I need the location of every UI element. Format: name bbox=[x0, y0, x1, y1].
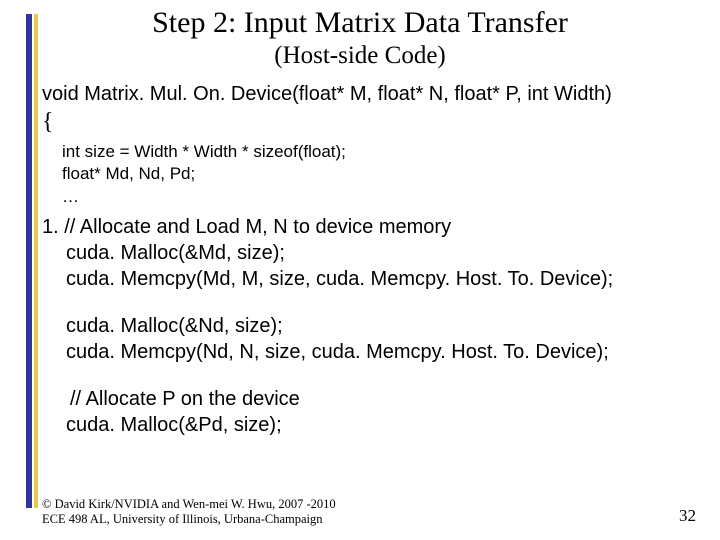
code-locals: int size = Width * Width * sizeof(float)… bbox=[62, 141, 702, 207]
code-line: cuda. Malloc(&Nd, size); bbox=[42, 313, 702, 339]
footer-line: ECE 498 AL, University of Illinois, Urba… bbox=[42, 512, 336, 528]
code-line: cuda. Malloc(&Pd, size); bbox=[42, 412, 702, 438]
code-line: // Allocate P on the device bbox=[42, 386, 702, 412]
code-line: 1. // Allocate and Load M, N to device m… bbox=[42, 216, 451, 238]
code-signature: void Matrix. Mul. On. Device(float* M, f… bbox=[42, 82, 702, 107]
code-body: 1. // Allocate and Load M, N to device m… bbox=[42, 214, 702, 439]
copyright-footer: © David Kirk/NVIDIA and Wen-mei W. Hwu, … bbox=[42, 497, 336, 528]
code-line: cuda. Memcpy(Md, M, size, cuda. Memcpy. … bbox=[42, 266, 702, 292]
code-line: cuda. Malloc(&Md, size); bbox=[42, 240, 702, 266]
code-line: cuda. Memcpy(Nd, N, size, cuda. Memcpy. … bbox=[42, 339, 702, 365]
footer-line: © David Kirk/NVIDIA and Wen-mei W. Hwu, … bbox=[42, 497, 336, 513]
slide-title: Step 2: Input Matrix Data Transfer bbox=[0, 6, 720, 40]
slide-body: void Matrix. Mul. On. Device(float* M, f… bbox=[42, 82, 702, 438]
code-line: float* Md, Nd, Pd; bbox=[62, 163, 702, 185]
code-line: … bbox=[62, 186, 702, 208]
slide-subtitle: (Host-side Code) bbox=[0, 42, 720, 70]
accent-bar-yellow bbox=[34, 14, 38, 508]
page-number: 32 bbox=[679, 506, 696, 526]
accent-bar-blue bbox=[26, 14, 32, 508]
code-open-brace: { bbox=[42, 109, 702, 135]
code-line: int size = Width * Width * sizeof(float)… bbox=[62, 141, 702, 163]
